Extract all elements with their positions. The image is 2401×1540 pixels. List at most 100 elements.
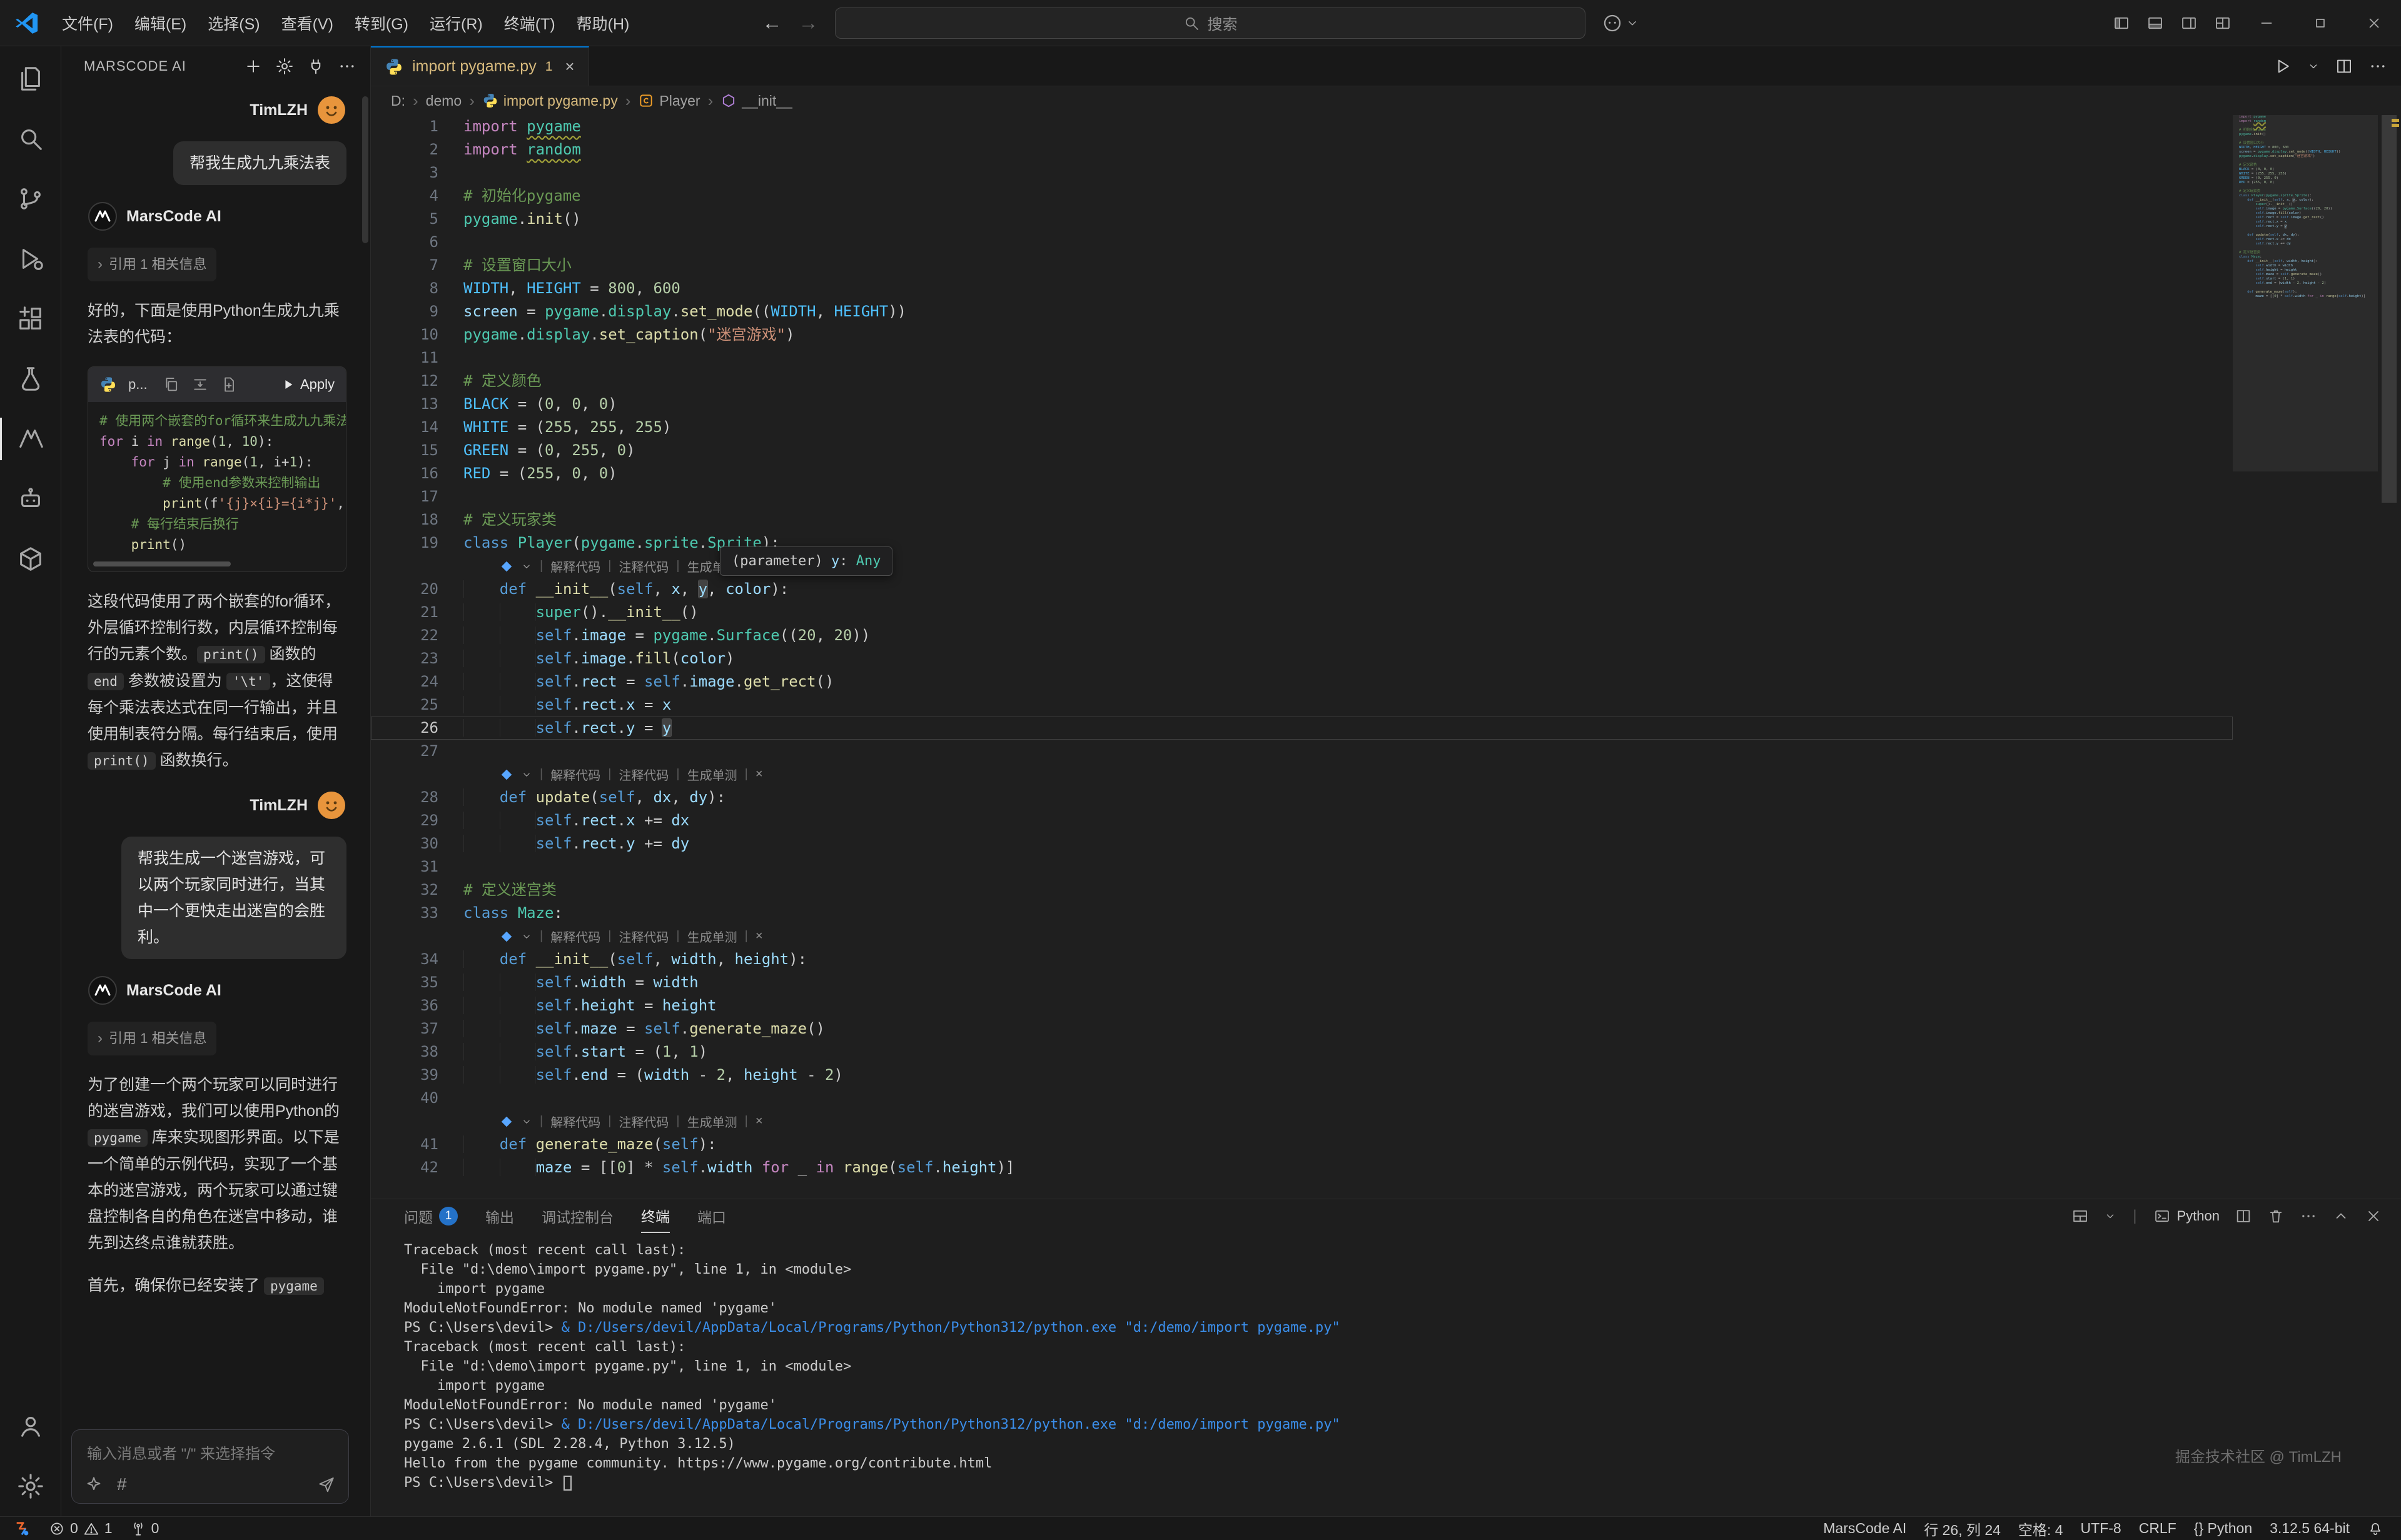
- minimap[interactable]: import pygameimport random# 初始化pygamepyg…: [2233, 115, 2378, 1199]
- forward-button[interactable]: →: [799, 11, 819, 34]
- menu-转到[interactable]: 转到(G): [344, 7, 419, 39]
- connect-icon[interactable]: [306, 57, 325, 76]
- menu-查看[interactable]: 查看(V): [271, 7, 344, 39]
- copy-icon[interactable]: [163, 376, 180, 393]
- customize-layout-icon[interactable]: [2206, 0, 2240, 46]
- terminal-instance[interactable]: Python: [2153, 1207, 2220, 1225]
- activity-toolbox[interactable]: [0, 529, 61, 589]
- maximize-button[interactable]: [2293, 0, 2347, 46]
- minimize-button[interactable]: [2240, 0, 2293, 46]
- breadcrumb-item-D[interactable]: D:: [391, 93, 405, 109]
- split-editor-icon[interactable]: [2335, 57, 2353, 76]
- chat-input-box[interactable]: 输入消息或者 "/" 来选择指令 #: [71, 1429, 349, 1504]
- settings-icon[interactable]: [275, 57, 294, 76]
- toggle-panel-icon[interactable]: [2138, 0, 2172, 46]
- close-window-button[interactable]: [2347, 0, 2401, 46]
- codelens-2[interactable]: 生成单测: [687, 1112, 737, 1130]
- codelens-dismiss[interactable]: ×: [756, 767, 763, 782]
- codelens-0[interactable]: 解释代码: [550, 557, 600, 575]
- tab-close-icon[interactable]: ×: [565, 57, 574, 76]
- back-button[interactable]: ←: [762, 11, 782, 34]
- chevron-down-icon[interactable]: [521, 769, 532, 780]
- activity-run-and-debug[interactable]: [0, 229, 61, 289]
- context-hash-icon[interactable]: #: [117, 1474, 127, 1494]
- menu-编辑[interactable]: 编辑(E): [124, 7, 197, 39]
- more-actions-icon[interactable]: [338, 57, 356, 76]
- panel-tab-问题[interactable]: 问题1: [404, 1199, 458, 1233]
- activity-extensions[interactable]: [0, 289, 61, 349]
- reference-toggle[interactable]: ›引用 1 相关信息: [88, 1022, 216, 1055]
- kill-terminal-icon[interactable]: [2267, 1207, 2285, 1225]
- panel-tab-终端[interactable]: 终端: [641, 1199, 670, 1233]
- terminal-output[interactable]: Traceback (most recent call last): File …: [371, 1233, 2401, 1516]
- codelens-1[interactable]: 注释代码: [619, 927, 669, 945]
- close-panel-icon[interactable]: [2365, 1207, 2382, 1225]
- chevron-down-icon[interactable]: [521, 931, 532, 942]
- new-file-icon[interactable]: [220, 376, 238, 393]
- new-chat-icon[interactable]: [244, 57, 263, 76]
- sparkle-commands-icon[interactable]: [84, 1475, 103, 1494]
- panel-tab-调试控制台[interactable]: 调试控制台: [542, 1199, 614, 1233]
- python-interpreter[interactable]: 3.12.5 64-bit: [2261, 1517, 2358, 1540]
- menu-终端[interactable]: 终端(T): [493, 7, 566, 39]
- panel-tab-端口[interactable]: 端口: [697, 1199, 726, 1233]
- codelens-1[interactable]: 注释代码: [619, 765, 669, 783]
- chat-scrollbar[interactable]: [362, 96, 368, 243]
- toggle-sidebar-left-icon[interactable]: [2105, 0, 2138, 46]
- apply-button[interactable]: Apply: [281, 371, 335, 398]
- menu-运行[interactable]: 运行(R): [419, 7, 493, 39]
- terminal-launch-icon[interactable]: [2071, 1207, 2089, 1225]
- broadcast-status[interactable]: 0: [121, 1517, 168, 1540]
- codelens-0[interactable]: 解释代码: [550, 1112, 600, 1130]
- activity-source-control[interactable]: [0, 169, 61, 229]
- split-terminal-icon[interactable]: [2235, 1207, 2252, 1225]
- reference-toggle[interactable]: ›引用 1 相关信息: [88, 248, 216, 281]
- breadcrumb-item-Player[interactable]: Player: [638, 93, 700, 109]
- codelens-0[interactable]: 解释代码: [550, 765, 600, 783]
- menu-帮助[interactable]: 帮助(H): [566, 7, 640, 39]
- editor-more-actions-icon[interactable]: [2368, 57, 2387, 76]
- eol[interactable]: CRLF: [2130, 1517, 2185, 1540]
- activity-marscode-ai[interactable]: [0, 409, 61, 469]
- chevron-down-icon[interactable]: [521, 561, 532, 572]
- chevron-down-icon[interactable]: [521, 1116, 532, 1127]
- codelens-1[interactable]: 注释代码: [619, 1112, 669, 1130]
- codelens-1[interactable]: 注释代码: [619, 557, 669, 575]
- panel-more-actions-icon[interactable]: [2300, 1207, 2317, 1225]
- menu-文件[interactable]: 文件(F): [51, 7, 124, 39]
- toggle-sidebar-right-icon[interactable]: [2172, 0, 2206, 46]
- language-mode[interactable]: {} Python: [2185, 1517, 2261, 1540]
- editor-scrollbar-thumb[interactable]: [2382, 115, 2397, 503]
- run-button[interactable]: [2273, 57, 2292, 76]
- code-area[interactable]: 1import pygame2import random34# 初始化pygam…: [371, 115, 2233, 1199]
- marscode-ai-status[interactable]: MarsCode AI: [1814, 1517, 1915, 1540]
- run-dropdown-icon[interactable]: [2307, 60, 2320, 73]
- indentation[interactable]: 空格: 4: [2009, 1517, 2072, 1540]
- panel-tab-输出[interactable]: 输出: [485, 1199, 514, 1233]
- cursor-position[interactable]: 行 26, 列 24: [1915, 1517, 2009, 1540]
- activity-testing[interactable]: [0, 349, 61, 409]
- codelens-dismiss[interactable]: ×: [756, 1114, 763, 1129]
- code-block-hscrollbar[interactable]: [92, 561, 342, 568]
- activity-search[interactable]: [0, 109, 61, 169]
- editor-scrollbar[interactable]: [2378, 115, 2401, 1199]
- breadcrumb-item-__init__[interactable]: __init__: [720, 93, 792, 109]
- send-button[interactable]: [317, 1475, 336, 1494]
- activity-explorer[interactable]: [0, 49, 61, 109]
- problems-status[interactable]: 01: [40, 1517, 121, 1540]
- breadcrumb-item-importpygamepy[interactable]: import pygame.py: [482, 93, 618, 109]
- encoding[interactable]: UTF-8: [2072, 1517, 2130, 1540]
- notifications-bell-icon[interactable]: [2358, 1517, 2392, 1540]
- menu-选择[interactable]: 选择(S): [197, 7, 270, 39]
- breadcrumb-item-demo[interactable]: demo: [426, 93, 462, 109]
- command-center-search[interactable]: 搜索: [835, 8, 1585, 39]
- codelens-2[interactable]: 生成单测: [687, 927, 737, 945]
- activity-accounts[interactable]: [0, 1396, 61, 1456]
- codelens-dismiss[interactable]: ×: [756, 929, 763, 944]
- maximize-panel-icon[interactable]: [2332, 1207, 2350, 1225]
- codelens-2[interactable]: 生成单测: [687, 765, 737, 783]
- editor-viewport[interactable]: 1import pygame2import random34# 初始化pygam…: [371, 115, 2401, 1199]
- activity-settings[interactable]: [0, 1456, 61, 1516]
- activity-ai-assistant[interactable]: [0, 469, 61, 529]
- tab-import-pygame-py[interactable]: import pygame.py 1 ×: [371, 46, 589, 86]
